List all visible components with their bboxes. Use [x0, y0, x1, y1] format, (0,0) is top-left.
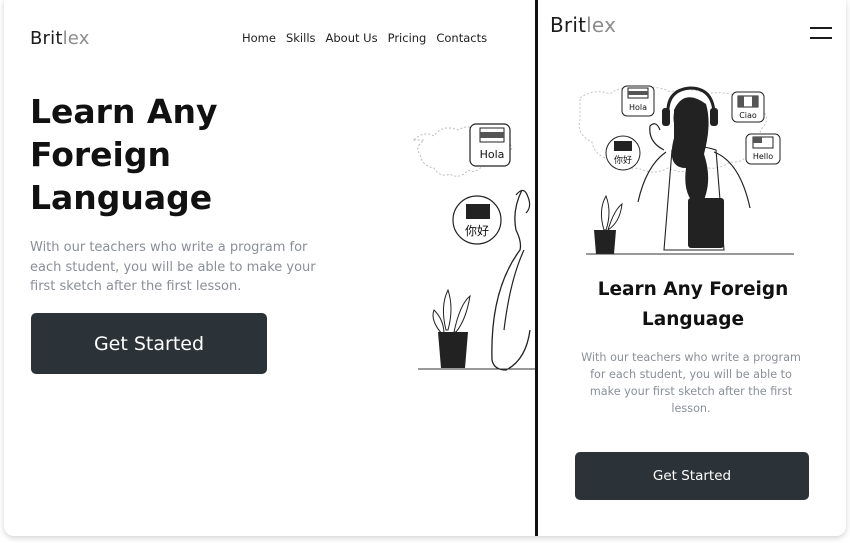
mobile-logo-main: Brit — [550, 13, 587, 37]
bubble-chinese-label: 你好 — [465, 224, 489, 238]
bubble-hello-label: Hello — [753, 152, 773, 161]
hola-bubble-mobile: Hola — [621, 85, 655, 117]
hamburger-menu-icon[interactable] — [810, 24, 832, 42]
hola-bubble: Hola — [469, 123, 511, 167]
logo-main: Brit — [30, 28, 63, 49]
mobile-hero-title: Learn Any Foreign Language — [597, 279, 789, 330]
hero-title: Learn Any Foreign Language — [30, 92, 218, 217]
nav-skills[interactable]: Skills — [286, 31, 316, 45]
world-map-illustration: Hola 你好 — [412, 123, 544, 371]
nav-contacts[interactable]: Contacts — [436, 31, 487, 45]
headphones-woman-illustration: Hola Ciao 你好 Hello — [578, 85, 794, 255]
mobile-get-started-button[interactable]: Get Started — [575, 452, 809, 500]
nav-home[interactable]: Home — [242, 31, 276, 45]
logo[interactable]: Britlex — [30, 28, 90, 49]
mobile-logo-accent: lex — [586, 13, 617, 37]
app-frame: Britlex Home Skills About Us Pricing Con… — [4, 0, 846, 536]
logo-accent: lex — [62, 28, 90, 49]
mobile-preview: Britlex Hola Ciao 你好 Hello Learn Any For… — [535, 0, 846, 536]
nav-about-us[interactable]: About Us — [326, 31, 378, 45]
nav-pricing[interactable]: Pricing — [388, 31, 427, 45]
mobile-hero-subtitle: With our teachers who write a program fo… — [581, 351, 801, 415]
plant-illustration — [432, 288, 471, 368]
ciao-bubble-mobile: Ciao — [731, 91, 765, 123]
get-started-button[interactable]: Get Started — [31, 313, 267, 374]
bubble-chinese-label: 你好 — [614, 154, 632, 166]
chinese-bubble: 你好 — [452, 195, 502, 245]
hero-subtitle: With our teachers who write a program fo… — [30, 240, 316, 294]
bubble-hola-label: Hola — [480, 148, 505, 161]
plant-illustration — [594, 194, 623, 254]
main-nav: Home Skills About Us Pricing Contacts — [242, 31, 487, 45]
chinese-bubble-mobile: 你好 — [605, 135, 641, 171]
mobile-logo[interactable]: Britlex — [550, 13, 616, 37]
bubble-ciao-label: Ciao — [739, 111, 757, 120]
hello-bubble-mobile: Hello — [745, 133, 781, 165]
bubble-hola-label: Hola — [629, 103, 647, 112]
